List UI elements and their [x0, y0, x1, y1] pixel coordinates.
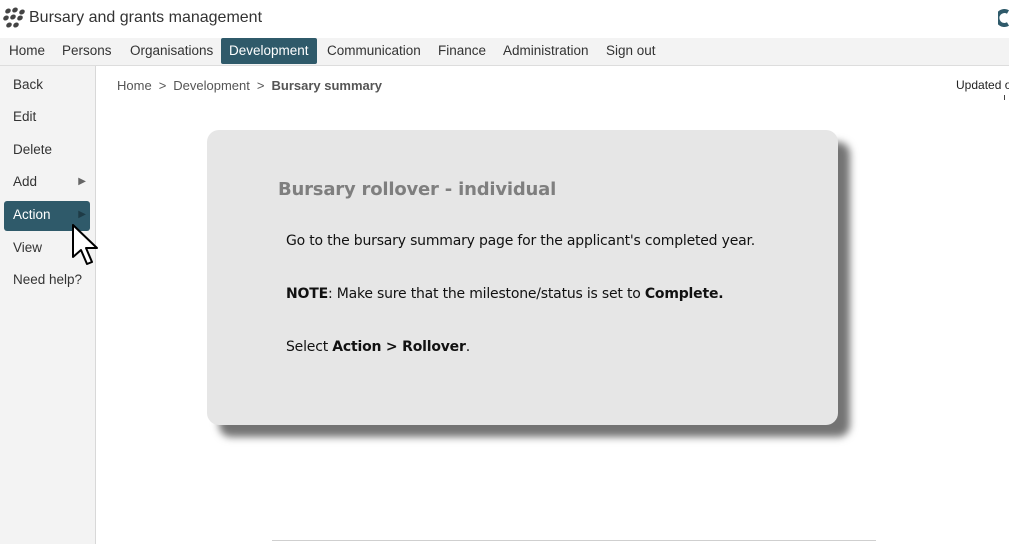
nav-home[interactable]: Home	[1, 38, 53, 65]
title-bar: Bursary and grants management	[0, 0, 1009, 38]
sidebar-item-add[interactable]: Add ▶	[4, 168, 90, 198]
breadcrumb-separator: >	[158, 78, 167, 93]
cluster-logo-icon	[3, 7, 25, 28]
breadcrumb-separator: >	[256, 78, 265, 93]
top-navigation: Home Persons Organisations Development C…	[0, 38, 1009, 66]
line3-suffix: .	[465, 339, 470, 355]
card-title: Bursary rollover - individual	[278, 179, 557, 200]
sidebar-item-delete[interactable]: Delete	[4, 136, 90, 166]
sidebar-item-edit[interactable]: Edit	[4, 103, 90, 133]
breadcrumb-development[interactable]: Development	[173, 78, 250, 93]
sidebar-item-label: Edit	[13, 109, 37, 124]
updated-marker	[1004, 95, 1005, 100]
nav-administration[interactable]: Administration	[495, 38, 597, 65]
nav-communication[interactable]: Communication	[319, 38, 429, 65]
submenu-arrow-icon: ▶	[78, 176, 86, 187]
nav-persons[interactable]: Persons	[54, 38, 120, 65]
divider	[272, 540, 876, 541]
line3-bold: Action > Rollover	[332, 339, 466, 355]
card-note: NOTE: Make sure that the milestone/statu…	[286, 286, 724, 302]
nav-development[interactable]: Development	[221, 38, 317, 64]
sidebar-item-label: Delete	[13, 142, 53, 157]
note-text: : Make sure that the milestone/status is…	[327, 286, 645, 302]
breadcrumb: Home > Development > Bursary summary	[117, 78, 382, 93]
sidebar-item-need-help[interactable]: Need help?	[4, 266, 90, 296]
app-title: Bursary and grants management	[29, 9, 263, 26]
card-instruction-3: Select Action > Rollover.	[286, 339, 470, 355]
nav-organisations[interactable]: Organisations	[122, 38, 221, 65]
sidebar-item-label: Add	[13, 174, 38, 189]
sidebar-item-label: Back	[13, 77, 44, 92]
line3-prefix: Select	[286, 339, 333, 355]
card-instruction-1: Go to the bursary summary page for the a…	[286, 233, 756, 249]
note-label: NOTE	[286, 286, 328, 302]
sidebar: Back Edit Delete Add ▶ Action ▶ View Nee…	[0, 66, 96, 544]
nav-finance[interactable]: Finance	[430, 38, 494, 65]
sidebar-item-label: Action	[13, 207, 51, 222]
sidebar-item-label: Need help?	[13, 272, 83, 287]
mouse-pointer-icon	[72, 224, 98, 265]
breadcrumb-home[interactable]: Home	[117, 78, 152, 93]
note-status: Complete.	[644, 286, 724, 302]
sidebar-item-label: View	[13, 240, 43, 255]
nav-sign-out[interactable]: Sign out	[598, 38, 664, 65]
instruction-card: Bursary rollover - individual Go to the …	[207, 130, 838, 425]
updated-text: Updated on	[956, 78, 1009, 92]
sidebar-item-back[interactable]: Back	[4, 71, 90, 101]
corner-logo-icon	[998, 9, 1009, 27]
breadcrumb-current: Bursary summary	[271, 78, 383, 93]
